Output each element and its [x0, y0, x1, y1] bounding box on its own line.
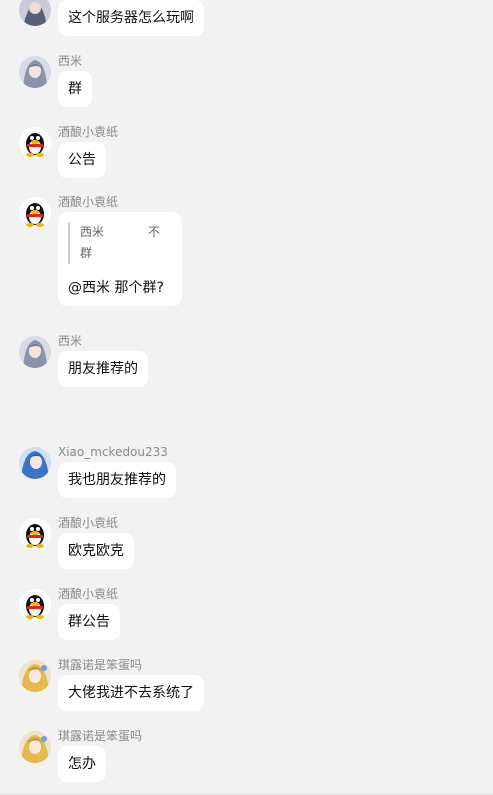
anime-avatar-icon: [19, 0, 51, 26]
message-text: 群公告: [68, 614, 110, 630]
quoted-text: 群: [80, 246, 93, 260]
quoted-sender: 西米: [80, 225, 105, 239]
message-bubble[interactable]: 群: [58, 71, 92, 107]
avatar[interactable]: [19, 731, 51, 763]
message-bubble[interactable]: 大佬我进不去系统了: [58, 675, 204, 711]
message-bubble[interactable]: 群公告: [58, 604, 120, 640]
sender-name: 西米: [58, 54, 83, 68]
avatar[interactable]: [19, 197, 51, 229]
qq-penguin-icon: [19, 589, 51, 621]
avatar[interactable]: [19, 336, 51, 368]
anime-girl-avatar-icon: [19, 56, 51, 88]
sender-name: 琪露诺是笨蛋吗: [58, 729, 143, 743]
message-text: 群: [68, 81, 82, 97]
quoted-text-tail: 不: [147, 225, 160, 239]
avatar[interactable]: [19, 660, 51, 692]
sender-name: 酒酿小袁纸: [58, 587, 119, 601]
sender-name: 西米: [58, 334, 83, 348]
avatar[interactable]: [19, 447, 51, 479]
anime-blonde-avatar-icon: [19, 731, 51, 763]
avatar[interactable]: [19, 127, 51, 159]
sender-name: 酒酿小袁纸: [58, 516, 119, 530]
message-text: 这个服务器怎么玩啊: [68, 10, 194, 26]
sender-name: 酒酿小袁纸: [58, 125, 119, 139]
anime-blue-avatar-icon: [19, 447, 51, 479]
message-bubble[interactable]: 朋友推荐的: [58, 351, 148, 387]
message-text: 怎办: [68, 756, 96, 772]
message-text: 我也朋友推荐的: [68, 472, 166, 488]
message-text: 朋友推荐的: [68, 361, 138, 377]
message-bubble[interactable]: 西米 不 群 @西米 那个群?: [58, 212, 182, 306]
avatar[interactable]: [19, 56, 51, 88]
qq-penguin-icon: [19, 197, 51, 229]
quoted-message[interactable]: 西米 不 群: [68, 222, 172, 264]
message-bubble[interactable]: 这个服务器怎么玩啊: [58, 0, 204, 36]
avatar[interactable]: [19, 518, 51, 550]
sender-name: 琪露诺是笨蛋吗: [58, 658, 143, 672]
message-text: 大佬我进不去系统了: [68, 685, 194, 701]
avatar[interactable]: [19, 0, 51, 26]
qq-penguin-icon: [19, 518, 51, 550]
anime-blonde-avatar-icon: [19, 660, 51, 692]
message-bubble[interactable]: 怎办: [58, 746, 106, 782]
sender-name: 酒酿小袁纸: [58, 195, 119, 209]
message-text: 欧克欧克: [68, 543, 124, 559]
qq-penguin-icon: [19, 127, 51, 159]
message-bubble[interactable]: 我也朋友推荐的: [58, 462, 176, 498]
message-bubble[interactable]: 欧克欧克: [58, 533, 134, 569]
message-text: @西米 那个群?: [68, 280, 164, 296]
anime-girl-avatar-icon: [19, 336, 51, 368]
message-text: 公告: [68, 152, 96, 168]
message-bubble[interactable]: 公告: [58, 142, 106, 178]
sender-name: Xiao_mckedou233: [58, 445, 168, 459]
avatar[interactable]: [19, 589, 51, 621]
